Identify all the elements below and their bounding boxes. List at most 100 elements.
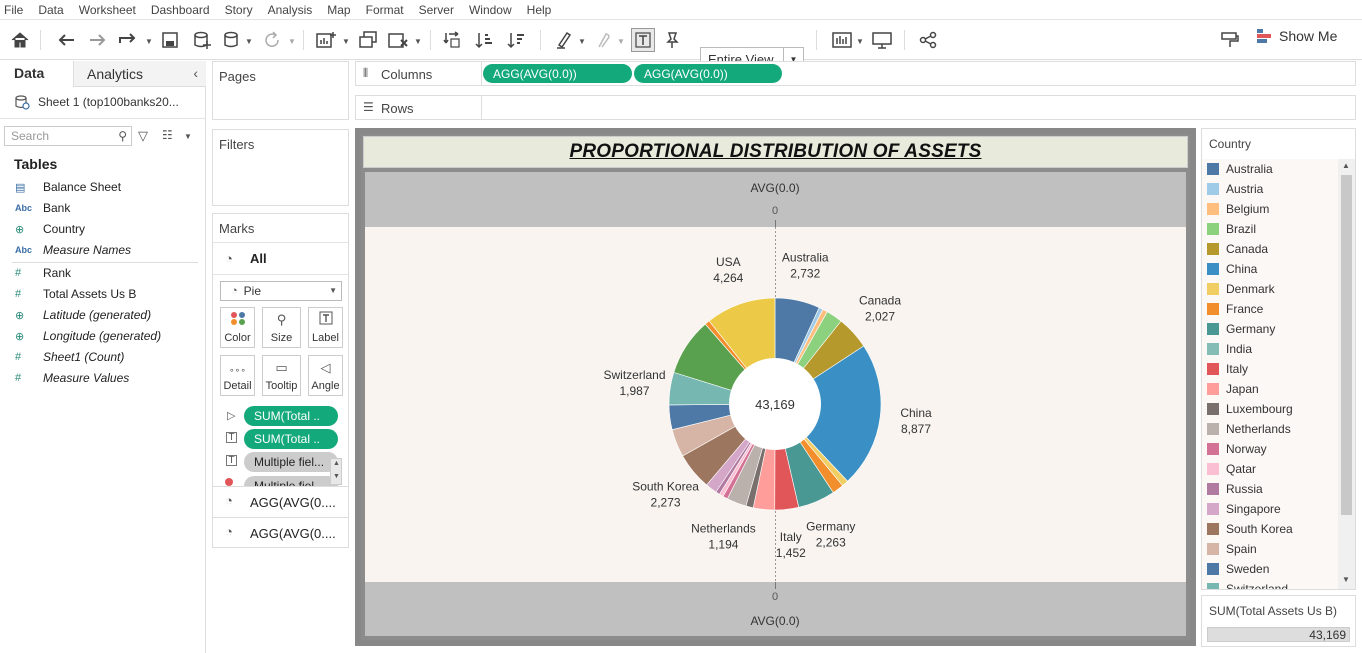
legend-scrollbar[interactable]: ▲ ▼ — [1338, 159, 1355, 589]
chevron-down-icon[interactable]: ▼ — [245, 37, 253, 46]
duplicate-icon[interactable] — [356, 28, 380, 52]
scrollbar[interactable]: ▲ ▼ — [330, 458, 342, 485]
show-cards-icon[interactable] — [830, 28, 854, 52]
angle-button[interactable]: ◁ Angle — [308, 355, 343, 396]
menu-map[interactable]: Map — [327, 3, 350, 17]
legend-item[interactable]: Denmark — [1207, 279, 1275, 299]
format-painter-icon[interactable] — [1218, 28, 1242, 52]
legend-item[interactable]: Germany — [1207, 319, 1275, 339]
new-worksheet-icon[interactable] — [314, 28, 338, 52]
save-icon[interactable] — [158, 28, 182, 52]
menu-format[interactable]: Format — [366, 3, 404, 17]
menu-dashboard[interactable]: Dashboard — [151, 3, 210, 17]
sort-ascending-icon[interactable] — [472, 28, 496, 52]
new-datasource-icon[interactable] — [190, 28, 214, 52]
menu-worksheet[interactable]: Worksheet — [79, 3, 136, 17]
view-options-icon[interactable]: ☷ — [162, 128, 173, 142]
columns-shelf[interactable]: ⫴ Columns AGG(AVG(0.0)) AGG(AVG(0.0)) — [355, 61, 1356, 86]
highlight-icon[interactable] — [552, 28, 576, 52]
search-input[interactable]: Search ⚲ — [4, 126, 132, 146]
legend-item[interactable]: France — [1207, 299, 1263, 319]
field-item[interactable]: # Measure Values — [15, 369, 129, 387]
rows-shelf[interactable]: ☰ Rows — [355, 95, 1356, 120]
legend-item[interactable]: South Korea — [1207, 519, 1293, 539]
legend-item[interactable]: Japan — [1207, 379, 1259, 399]
menu-help[interactable]: Help — [527, 3, 552, 17]
group-members-icon[interactable] — [590, 28, 614, 52]
field-item[interactable]: ⊕ Country — [15, 220, 85, 238]
show-me-button[interactable]: Show Me — [1256, 28, 1337, 44]
sort-descending-icon[interactable] — [504, 28, 528, 52]
marks-all-label[interactable]: All — [250, 251, 267, 266]
field-item[interactable]: # Sheet1 (Count) — [15, 348, 124, 366]
agg-row-2[interactable]: AGG(AVG(0.... — [250, 526, 336, 541]
legend-item[interactable]: India — [1207, 339, 1252, 359]
legend-item[interactable]: Canada — [1207, 239, 1268, 259]
redo-icon[interactable] — [86, 28, 110, 52]
legend-item[interactable]: Qatar — [1207, 459, 1256, 479]
field-item[interactable]: ▤ Balance Sheet — [15, 178, 121, 196]
column-pill[interactable]: AGG(AVG(0.0)) — [483, 64, 632, 83]
top-axis-header[interactable]: AVG(0.0) 0 — [365, 172, 1186, 227]
size-button[interactable]: ⚲ Size — [262, 307, 301, 348]
menu-story[interactable]: Story — [225, 3, 253, 17]
legend-item[interactable]: Singapore — [1207, 499, 1281, 519]
refresh-icon[interactable] — [260, 28, 284, 52]
show-labels-icon[interactable] — [631, 28, 655, 52]
swap-rows-columns-icon[interactable] — [440, 28, 464, 52]
legend-item[interactable]: Luxembourg — [1207, 399, 1293, 419]
angle-pill[interactable]: SUM(Total .. — [244, 406, 338, 426]
legend-item[interactable]: Italy — [1207, 359, 1248, 379]
chevron-down-icon[interactable]: ▼ — [414, 37, 422, 46]
detail-button[interactable]: ∘∘∘ Detail — [220, 355, 255, 396]
chevron-down-icon[interactable]: ▼ — [145, 37, 153, 46]
filter-icon[interactable]: ▽ — [138, 128, 148, 144]
color-button[interactable]: Color — [220, 307, 255, 348]
bottom-axis-header[interactable]: 0 AVG(0.0) — [365, 582, 1186, 636]
plot-area[interactable]: 43,169 Australia 2,732 Canada 2,027 China 8,8… — [365, 227, 1186, 582]
chevron-up-icon[interactable]: ▲ — [1342, 161, 1350, 170]
field-item[interactable]: ⊕ Latitude (generated) — [15, 306, 151, 324]
mark-type-dropdown[interactable]: ◔ Pie ▼ — [220, 281, 342, 301]
field-item[interactable]: Abc Bank — [15, 199, 70, 217]
menu-file[interactable]: File — [4, 3, 23, 17]
chevron-down-icon[interactable]: ▼ — [856, 37, 864, 46]
menu-analysis[interactable]: Analysis — [268, 3, 313, 17]
datasource-item[interactable]: Sheet 1 (top100banks20... — [14, 94, 179, 110]
legend-item[interactable]: Sweden — [1207, 559, 1269, 579]
chevron-down-icon[interactable]: ▼ — [1342, 575, 1350, 584]
chevron-down-icon[interactable]: ▼ — [617, 37, 625, 46]
legend-item[interactable]: Switzerland — [1207, 579, 1288, 589]
share-icon[interactable] — [916, 28, 940, 52]
column-pill[interactable]: AGG(AVG(0.0)) — [634, 64, 782, 83]
clear-sheet-icon[interactable] — [386, 28, 410, 52]
field-item[interactable]: Abc Measure Names — [15, 241, 131, 259]
field-item[interactable]: # Total Assets Us B — [15, 285, 136, 303]
field-item[interactable]: # Rank — [15, 264, 71, 282]
chevron-down-icon[interactable]: ▼ — [342, 37, 350, 46]
chevron-down-icon[interactable]: ▼ — [288, 37, 296, 46]
menu-data[interactable]: Data — [38, 3, 63, 17]
field-item[interactable]: ⊕ Longitude (generated) — [15, 327, 161, 345]
presentation-mode-icon[interactable] — [870, 28, 894, 52]
legend-item[interactable]: Belgium — [1207, 199, 1269, 219]
label-button[interactable]: Label — [308, 307, 343, 348]
menu-server[interactable]: Server — [419, 3, 454, 17]
chevron-down-icon[interactable]: ▼ — [578, 37, 586, 46]
legend-item[interactable]: Spain — [1207, 539, 1257, 559]
tab-analytics[interactable]: Analytics ‹ — [73, 61, 206, 87]
undo-icon[interactable] — [54, 28, 78, 52]
home-icon[interactable] — [8, 28, 32, 52]
replay-icon[interactable] — [116, 28, 140, 52]
legend-item[interactable]: Brazil — [1207, 219, 1256, 239]
chevron-down-icon[interactable]: ▼ — [184, 132, 192, 141]
label-pill[interactable]: SUM(Total .. — [244, 429, 338, 449]
legend-item[interactable]: Russia — [1207, 479, 1263, 499]
chart-title[interactable]: PROPORTIONAL DISTRIBUTION OF ASSETS — [363, 136, 1188, 168]
agg-row-1[interactable]: AGG(AVG(0.... — [250, 495, 336, 510]
label-pill-multiple[interactable]: Multiple fiel... — [244, 452, 338, 472]
legend-item[interactable]: Austria — [1207, 179, 1263, 199]
tooltip-button[interactable]: ▭ Tooltip — [262, 355, 301, 396]
tab-data[interactable]: Data — [0, 61, 73, 87]
color-pill-multiple[interactable]: Multiple fiel... — [244, 476, 338, 486]
